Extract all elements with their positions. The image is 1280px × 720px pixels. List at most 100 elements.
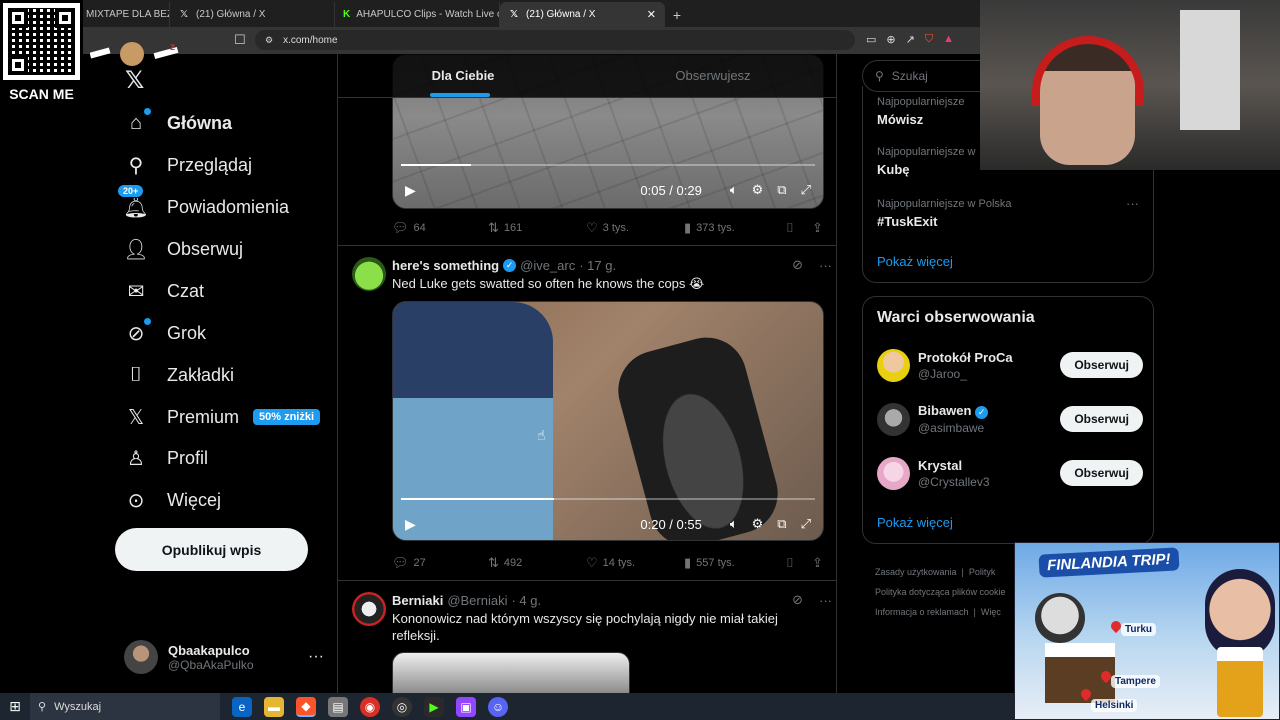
kick-icon[interactable]: ▶: [424, 696, 444, 717]
footer-link[interactable]: Polityka dotycząca plików cookie: [875, 587, 1006, 597]
nav-explore[interactable]: ⚲ Przeglądaj: [123, 145, 252, 185]
post-time[interactable]: · 4 g.: [511, 593, 541, 608]
grok-icon[interactable]: ⊘: [792, 592, 803, 608]
repost-button[interactable]: ⇅ 492: [488, 555, 586, 571]
volume-icon[interactable]: 🔈︎: [730, 182, 738, 198]
new-tab-button[interactable]: +: [665, 2, 689, 27]
close-icon[interactable]: ✕: [647, 8, 656, 21]
app-icon[interactable]: ▤: [328, 696, 348, 717]
brave-rewards-icon[interactable]: ▲: [943, 33, 954, 46]
like-button[interactable]: ♡ 3 tys.: [586, 220, 684, 236]
obs-icon[interactable]: ◎: [392, 696, 412, 717]
twitch-icon[interactable]: ▣: [456, 696, 476, 717]
footer-link[interactable]: Więc: [981, 607, 1001, 617]
volume-icon[interactable]: 🔈︎: [730, 516, 738, 532]
more-icon[interactable]: ···: [819, 593, 832, 608]
trend-item[interactable]: Najpopularniejsze w Polska #TuskExit ···: [877, 196, 1147, 229]
follow-suggestion[interactable]: Bibawen ✓ @asimbawe Obserwuj: [877, 399, 1143, 439]
video-player[interactable]: ▶ 0:20 / 0:55 🔈︎ ⚙ ⧉ ⤢: [392, 301, 824, 541]
follow-button[interactable]: Obserwuj: [1060, 406, 1143, 432]
discord-icon[interactable]: ☺: [488, 696, 508, 717]
edge-icon[interactable]: e: [232, 696, 252, 717]
bookmark-button[interactable]: ⌷: [786, 220, 812, 236]
fullscreen-icon[interactable]: ⤢: [801, 182, 811, 198]
bookmark-button[interactable]: ⌷: [786, 555, 812, 571]
avatar[interactable]: [352, 592, 386, 626]
show-more-link[interactable]: Pokaż więcej: [877, 254, 1147, 269]
windows-start-icon[interactable]: ⊞: [0, 698, 30, 715]
taskbar-search[interactable]: ⚲ Wyszukaj: [30, 693, 220, 720]
author-handle[interactable]: @ive_arc: [520, 258, 575, 273]
webcam-overlay: [980, 0, 1280, 170]
bell-icon: 🔔︎ 20+: [117, 184, 149, 220]
views-button[interactable]: ▮ 373 tys.: [684, 220, 786, 236]
nav-home[interactable]: ⌂ Główna: [123, 103, 232, 143]
avatar[interactable]: [352, 257, 386, 291]
user-handle: @asimbawe: [918, 421, 985, 435]
more-icon[interactable]: ···: [1126, 196, 1139, 211]
play-icon[interactable]: ▶: [405, 516, 416, 533]
views-button[interactable]: ▮ 557 tys.: [684, 555, 786, 571]
post-image[interactable]: [392, 652, 630, 694]
brave-icon[interactable]: ◆: [296, 696, 316, 717]
mail-icon: ✉: [127, 280, 145, 303]
reply-button[interactable]: 💬︎ 27: [392, 555, 488, 571]
reply-button[interactable]: 💬︎ 64: [392, 220, 488, 236]
settings-icon[interactable]: ⚙: [752, 516, 764, 532]
play-icon[interactable]: ▶: [405, 182, 416, 199]
divider: [338, 245, 836, 246]
cast-icon[interactable]: ▭: [866, 33, 876, 46]
video-progress-bar[interactable]: [401, 498, 815, 500]
nav-bookmarks[interactable]: ⌷ Zakładki: [123, 355, 234, 395]
post-time[interactable]: · 17 g.: [579, 258, 616, 273]
pip-icon[interactable]: ⧉: [777, 182, 786, 198]
more-icon[interactable]: ···: [308, 648, 324, 666]
url-field[interactable]: ⚙ x.com/home: [255, 30, 855, 50]
browser-tab-active[interactable]: 𝕏 (21) Główna / X ✕: [500, 2, 665, 27]
show-more-link[interactable]: Pokaż więcej: [877, 515, 953, 530]
share-button[interactable]: ⇪: [812, 220, 823, 236]
share-button[interactable]: ⇪: [812, 555, 823, 571]
settings-icon[interactable]: ⚙: [752, 182, 764, 198]
footer-link[interactable]: Zasady użytkowania: [875, 567, 957, 577]
author-name[interactable]: here's something: [392, 258, 499, 273]
zoom-icon[interactable]: ⊕: [886, 33, 895, 46]
nav-follow[interactable]: 👤︎ Obserwuj: [123, 229, 243, 269]
pip-icon[interactable]: ⧉: [777, 516, 786, 532]
nav-more[interactable]: ⊙ Więcej: [123, 480, 221, 520]
browser-tab[interactable]: 𝕏 (21) Główna / X: [170, 2, 335, 27]
nav-chat[interactable]: ✉ Czat: [123, 271, 204, 311]
author-handle[interactable]: @Berniaki: [447, 593, 507, 608]
like-button[interactable]: ♡ 14 tys.: [586, 555, 684, 571]
repost-button[interactable]: ⇅ 161: [488, 220, 586, 236]
site-settings-icon[interactable]: ⚙: [265, 35, 273, 46]
footer-link[interactable]: Informacja o reklamach: [875, 607, 969, 617]
follow-suggestion[interactable]: Protokół ProCa @Jaroo_ Obserwuj: [877, 345, 1143, 385]
nav-notifications[interactable]: 🔔︎ 20+ Powiadomienia: [117, 184, 289, 227]
fullscreen-icon[interactable]: ⤢: [801, 516, 811, 532]
folder-icon[interactable]: ▬: [264, 696, 284, 717]
tab-following[interactable]: Obserwujesz: [588, 54, 836, 97]
brave-shield-icon[interactable]: ⛉: [925, 33, 933, 46]
author-name[interactable]: Berniaki: [392, 593, 443, 608]
share-icon[interactable]: ↗: [906, 33, 915, 46]
cat-sticker: z: [90, 42, 179, 66]
browser-tab[interactable]: K AHAPULCO Clips - Watch Live on Kick: [335, 2, 500, 27]
follow-suggestion[interactable]: Krystal @Crystallev3 Obserwuj: [877, 453, 1143, 493]
account-switcher[interactable]: Qbaakapulco @QbaAkaPulko ···: [124, 637, 324, 677]
chrome-icon[interactable]: ◉: [360, 696, 380, 717]
follow-button[interactable]: Obserwuj: [1060, 460, 1143, 486]
video-progress-bar[interactable]: [401, 164, 815, 166]
nav-grok[interactable]: ⊘ Grok: [123, 313, 206, 353]
bookmark-icon[interactable]: ☐: [234, 32, 246, 48]
grok-icon[interactable]: ⊘: [792, 257, 803, 273]
follow-button[interactable]: Obserwuj: [1060, 352, 1143, 378]
nav-profile[interactable]: ♙ Profil: [123, 438, 208, 478]
x-logo-icon[interactable]: 𝕏: [125, 66, 144, 95]
tab-for-you[interactable]: Dla Ciebie: [338, 54, 588, 97]
post-text: Ned Luke gets swatted so often he knows …: [392, 276, 705, 291]
nav-premium[interactable]: 𝕏 Premium 50% zniżki: [123, 397, 321, 437]
post-button[interactable]: Opublikuj wpis: [115, 528, 308, 571]
more-icon[interactable]: ···: [819, 258, 832, 273]
footer-link[interactable]: Polityk: [969, 567, 996, 577]
